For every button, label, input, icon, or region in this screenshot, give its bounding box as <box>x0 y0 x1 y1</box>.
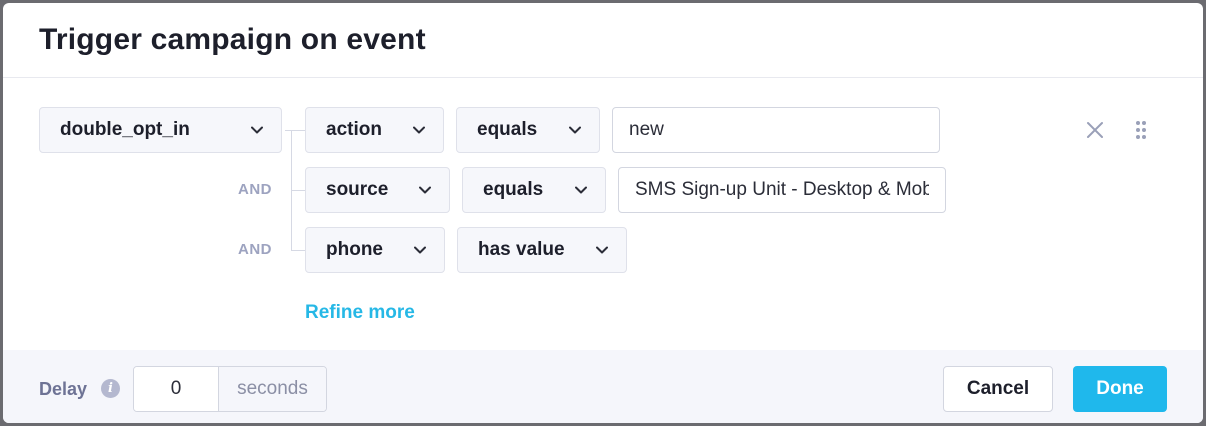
chevron-down-icon <box>419 186 431 194</box>
field-label: action <box>326 119 382 140</box>
connector-line <box>285 130 305 131</box>
operator-label: has value <box>478 239 565 260</box>
field-label: source <box>326 179 389 200</box>
condition-field-select[interactable]: phone <box>305 227 445 273</box>
condition-operator-select[interactable]: equals <box>456 107 600 153</box>
delay-input-group: seconds <box>133 366 327 412</box>
chevron-down-icon <box>413 126 425 134</box>
delay-unit-label: seconds <box>219 367 326 411</box>
event-select-label: double_opt_in <box>60 119 190 140</box>
operator-label: equals <box>483 179 544 200</box>
modal-header: Trigger campaign on event <box>3 3 1203 78</box>
condition-field-select[interactable]: action <box>305 107 444 153</box>
done-button[interactable]: Done <box>1073 366 1167 412</box>
and-connector-label: AND <box>238 241 272 258</box>
operator-label: equals <box>477 119 538 140</box>
close-icon[interactable] <box>1086 121 1104 139</box>
condition-operator-select[interactable]: equals <box>462 167 606 213</box>
refine-more-link[interactable]: Refine more <box>305 302 415 324</box>
field-label: phone <box>326 239 383 260</box>
conditions-area: double_opt_in action equals AND source <box>3 78 1203 350</box>
delay-seconds-input[interactable] <box>134 367 219 411</box>
event-select[interactable]: double_opt_in <box>39 107 282 153</box>
info-icon[interactable]: i <box>101 379 120 398</box>
chevron-down-icon <box>596 246 608 254</box>
condition-value-input[interactable] <box>618 167 946 213</box>
connector-line <box>291 250 305 251</box>
condition-field-select[interactable]: source <box>305 167 450 213</box>
connector-line <box>291 190 305 191</box>
modal-footer: Delay i seconds Cancel Done <box>3 350 1203 423</box>
and-connector-label: AND <box>238 181 272 198</box>
chevron-down-icon <box>414 246 426 254</box>
condition-operator-select[interactable]: has value <box>457 227 627 273</box>
trigger-campaign-modal: Trigger campaign on event double_opt_in … <box>3 3 1203 423</box>
condition-value-input[interactable] <box>612 107 940 153</box>
delay-label: Delay <box>39 379 88 399</box>
drag-handle-icon[interactable] <box>1135 120 1147 140</box>
cancel-button[interactable]: Cancel <box>943 366 1053 412</box>
chevron-down-icon <box>251 126 263 134</box>
chevron-down-icon <box>569 126 581 134</box>
chevron-down-icon <box>575 186 587 194</box>
modal-title: Trigger campaign on event <box>39 23 426 56</box>
